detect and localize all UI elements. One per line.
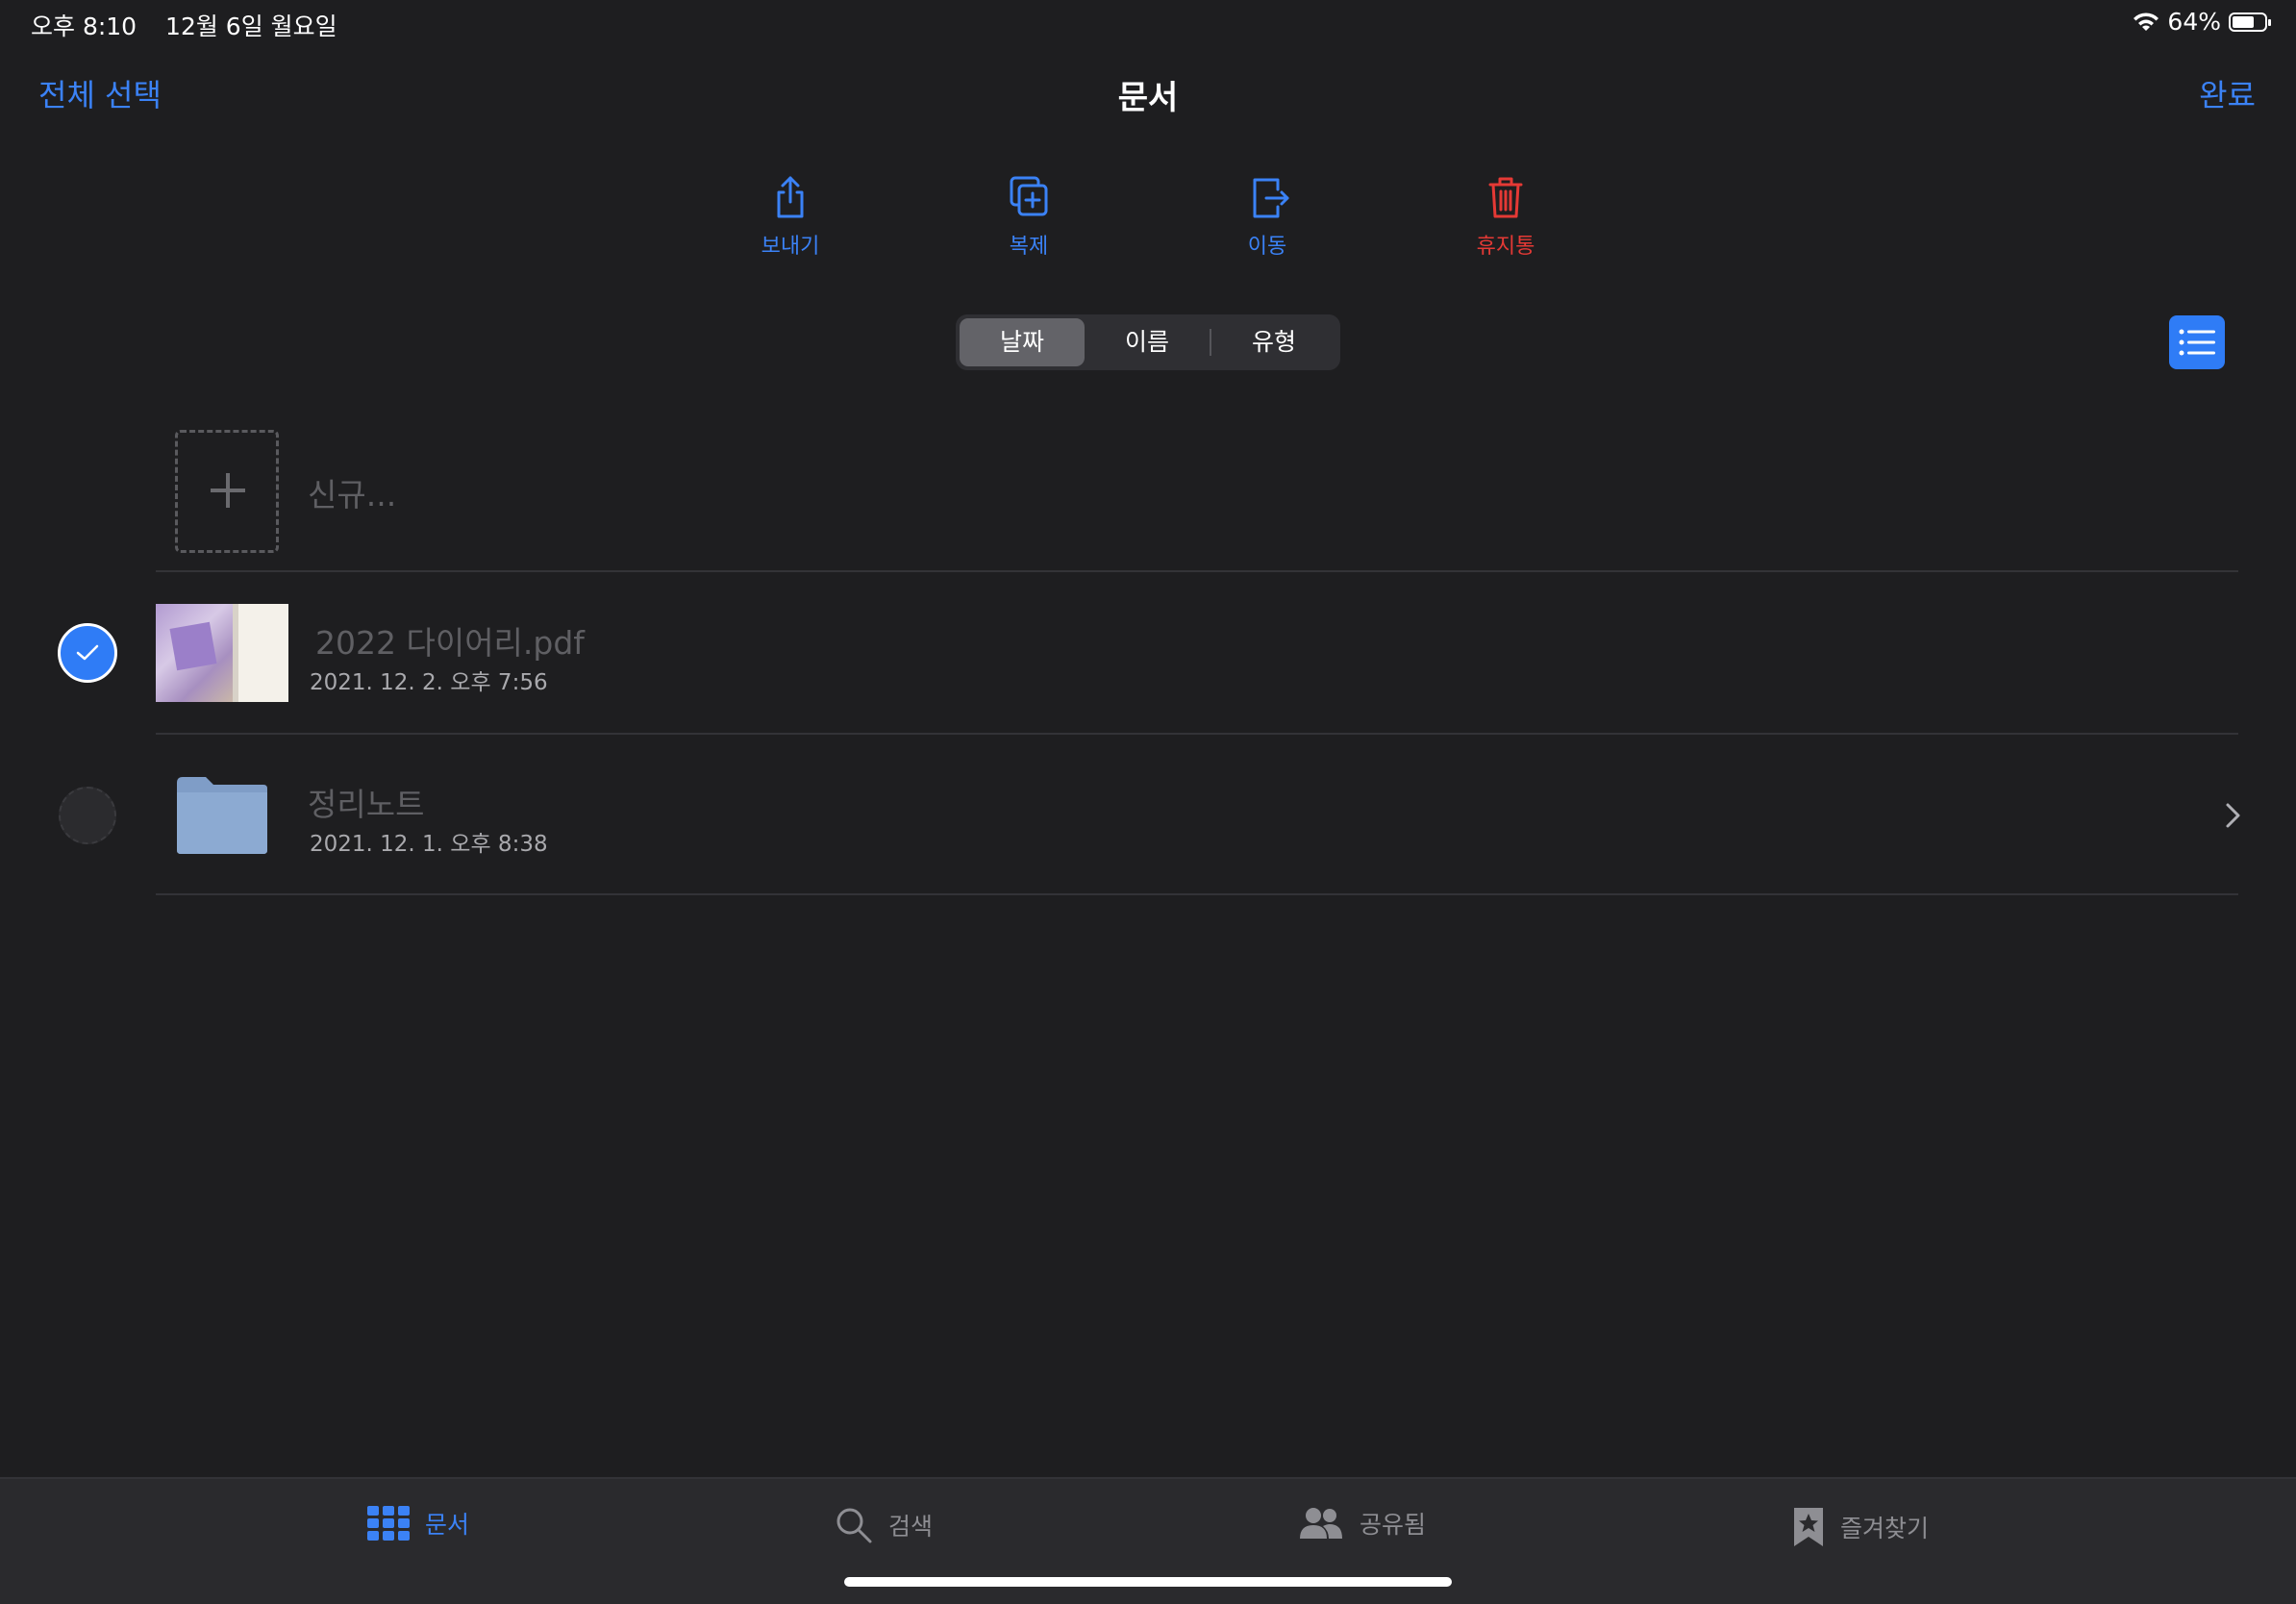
sort-by-type[interactable]: 유형: [1211, 318, 1336, 366]
home-indicator[interactable]: [844, 1577, 1452, 1587]
trash-icon: [1488, 177, 1523, 218]
people-icon: [1300, 1508, 1342, 1539]
trash-button[interactable]: 휴지통: [1429, 173, 1583, 260]
new-document-label[interactable]: 신규...: [308, 469, 396, 515]
tab-search[interactable]: 검색: [835, 1506, 933, 1544]
list-icon: [2179, 329, 2215, 356]
row-divider: [156, 570, 2238, 572]
selection-checkbox-unchecked[interactable]: [59, 787, 116, 844]
tab-documents[interactable]: 문서: [367, 1506, 469, 1541]
folder-name[interactable]: 정리노트: [308, 779, 424, 825]
done-button[interactable]: 완료: [2199, 71, 2256, 115]
move-label: 이동: [1247, 235, 1287, 259]
file-name[interactable]: 2022 다이어리.pdf: [315, 617, 585, 664]
battery-icon: [2229, 12, 2271, 32]
tab-search-label: 검색: [888, 1513, 934, 1541]
duplicate-icon: [1010, 176, 1048, 216]
move-folder-icon: [1253, 178, 1289, 218]
page-title: 문서: [1117, 79, 1179, 117]
sort-by-date[interactable]: 날짜: [960, 318, 1085, 366]
tab-favorites-label: 즐겨찾기: [1840, 1515, 1930, 1542]
search-icon: [836, 1508, 872, 1543]
folder-icon[interactable]: [173, 773, 269, 856]
send-button[interactable]: 보내기: [713, 173, 867, 260]
tab-shared[interactable]: 공유됨: [1298, 1506, 1426, 1541]
duplicate-label: 복제: [1009, 235, 1049, 259]
status-date: 12월 6일 월요일: [165, 13, 337, 40]
sort-segmented-control: 날짜 이름 유형: [956, 314, 1340, 370]
tab-documents-label: 문서: [425, 1511, 470, 1539]
chevron-right-icon[interactable]: [2221, 800, 2244, 831]
sort-by-name[interactable]: 이름: [1085, 318, 1210, 366]
duplicate-button[interactable]: 복제: [952, 173, 1106, 260]
wifi-icon: [2134, 12, 2159, 31]
row-divider: [156, 733, 2238, 735]
move-button[interactable]: 이동: [1190, 173, 1344, 260]
status-bar-right: 64%: [2133, 8, 2271, 36]
screen: 오후 8:10 12월 6일 월요일 64% 전체 선택 문서 완료 보내기 복…: [0, 0, 2296, 1604]
star-bookmark-icon: [1794, 1508, 1823, 1546]
battery-percent: 64%: [2167, 8, 2221, 36]
status-bar-left: 오후 8:10 12월 6일 월요일: [31, 8, 359, 42]
file-date: 2021. 12. 2. 오후 7:56: [310, 670, 548, 695]
new-document-button[interactable]: [175, 430, 279, 553]
selection-checkbox-checked[interactable]: [58, 623, 117, 683]
share-icon: [777, 176, 804, 218]
pdf-thumbnail[interactable]: [156, 604, 288, 702]
tab-shared-label: 공유됨: [1360, 1511, 1427, 1539]
folder-date: 2021. 12. 1. 오후 8:38: [310, 832, 548, 857]
tab-favorites[interactable]: 즐겨찾기: [1792, 1506, 1929, 1548]
list-view-button[interactable]: [2169, 315, 2225, 369]
trash-label: 휴지통: [1476, 235, 1535, 259]
row-divider: [156, 893, 2238, 895]
status-time: 오후 8:10: [31, 13, 137, 40]
checkmark-icon: [76, 644, 99, 661]
send-label: 보내기: [761, 235, 820, 259]
grid-icon: [367, 1506, 410, 1541]
